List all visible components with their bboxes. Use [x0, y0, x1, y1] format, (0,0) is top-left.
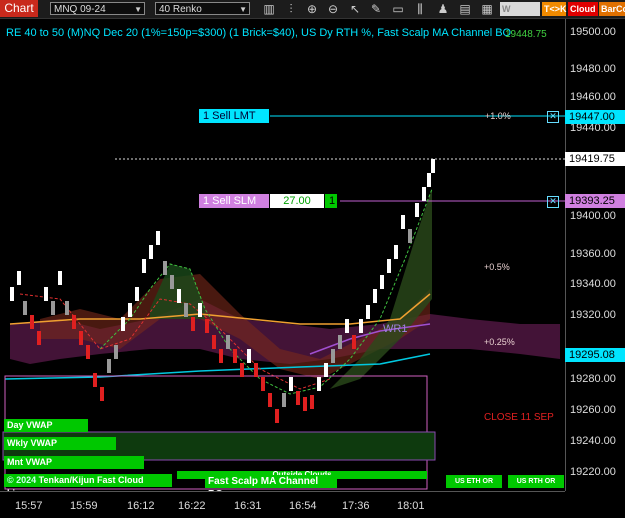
time-tick: 16:22 — [178, 500, 206, 512]
top-right-value: 19448.75 — [505, 29, 547, 40]
pct-plus-05: +0.5% — [484, 262, 510, 272]
draw-icon[interactable]: ✎ — [369, 2, 383, 16]
zoom-in-icon[interactable]: ⊕ — [305, 2, 319, 16]
price-tick: 19400.00 — [570, 210, 616, 222]
wkly-vwap-label: Wkly VWAP — [4, 437, 116, 450]
price-tick: 19220.00 — [570, 466, 616, 478]
day-vwap-label: Day VWAP — [4, 419, 88, 432]
last-price-flag: 19419.75 — [565, 152, 625, 166]
price-tick: 19500.00 — [570, 26, 616, 38]
chart-plot-area[interactable]: RE 40 to 50 (M)NQ Dec 20 (1%=150p=$300) … — [0, 19, 565, 500]
price-axis[interactable]: 19500.00 19480.00 19460.00 19440.00 1940… — [565, 19, 625, 491]
chevron-down-icon: ▼ — [239, 5, 247, 14]
bar-type-value: 40 Renko — [159, 4, 202, 15]
time-tick: 15:57 — [15, 500, 43, 512]
instrument-selector[interactable]: MNQ 09-24 ▼ — [50, 2, 145, 15]
sell-slm-price-flag: 19393.25 — [565, 194, 625, 208]
sell-lmt-price-flag: 19447.00 — [565, 110, 625, 124]
settings-icon[interactable]: ▦ — [480, 2, 494, 16]
us-eth-or-label: US ETH OR — [446, 475, 502, 488]
time-tick: 16:12 — [127, 500, 155, 512]
cloud-button[interactable]: Cloud — [568, 2, 598, 16]
chart-title: RE 40 to 50 (M)NQ Dec 20 (1%=150p=$300) … — [6, 27, 512, 39]
tk-button[interactable]: T<>K — [542, 2, 567, 16]
price-tick: 19280.00 — [570, 373, 616, 385]
time-tick: 15:59 — [70, 500, 98, 512]
pct-plus-025: +0.25% — [484, 337, 515, 347]
lower-price-flag: 19295.08 — [565, 348, 625, 362]
instrument-value: MNQ 09-24 — [54, 4, 106, 15]
close-icon[interactable]: ✕ — [547, 111, 559, 123]
price-tick: 19340.00 — [570, 278, 616, 290]
price-tick: 19480.00 — [570, 63, 616, 75]
sell-slm-order[interactable]: 1 Sell SLM — [199, 194, 269, 208]
wr1-label: WR1 — [383, 323, 408, 335]
price-tick: 19360.00 — [570, 248, 616, 260]
copyright-text: © 2024 — [7, 475, 37, 485]
close-icon[interactable]: ✕ — [547, 196, 559, 208]
pct-plus-1: +1.0% — [485, 111, 511, 121]
zoom-out-icon[interactable]: ⊖ — [326, 2, 340, 16]
templates-icon[interactable]: ▤ — [458, 2, 472, 16]
bars-icon[interactable]: ▥ — [262, 2, 276, 16]
chevron-down-icon: ▼ — [134, 5, 142, 14]
price-tick: 19240.00 — [570, 435, 616, 447]
chart-toolbar: Chart MNQ 09-24 ▼ 40 Renko ▼ ▥ ⫶ ⊕ ⊖ ↖ ✎… — [0, 0, 625, 28]
time-tick: 16:31 — [234, 500, 262, 512]
indicators-icon[interactable]: ⫼ — [413, 2, 427, 16]
time-tick: 16:54 — [289, 500, 317, 512]
fast-scalp-label: Fast Scalp MA Channel BO — [205, 475, 337, 500]
us-rth-or-label: US RTH OR — [508, 475, 564, 488]
slm-qty[interactable]: 1 — [325, 194, 337, 208]
properties-icon[interactable]: ▭ — [391, 2, 405, 16]
time-axis[interactable]: 15:57 15:59 16:12 16:22 16:31 16:54 17:3… — [0, 491, 565, 518]
sell-lmt-order[interactable]: 1 Sell LMT — [199, 109, 269, 123]
close-label: CLOSE 11 SEP — [484, 412, 554, 423]
bar-type-selector[interactable]: 40 Renko ▼ — [155, 2, 250, 15]
chart-style-icon[interactable]: ⫶ — [284, 2, 298, 16]
price-tick: 19460.00 — [570, 91, 616, 103]
price-tick: 19320.00 — [570, 309, 616, 321]
price-tick: 19260.00 — [570, 404, 616, 416]
slm-price-field[interactable]: 27.00 — [270, 194, 324, 208]
kijun-label: © 2024 Tenkan/Kijun Fast Cloud Lines — [4, 474, 172, 498]
chart-menu-button[interactable]: Chart — [0, 0, 38, 17]
strategies-icon[interactable]: ♟ — [436, 2, 450, 16]
wvwap-button[interactable]: W VWAP — [500, 2, 540, 28]
time-tick: 17:36 — [342, 500, 370, 512]
mnt-vwap-label: Mnt VWAP — [4, 456, 144, 469]
time-tick: 18:01 — [397, 500, 425, 512]
barco-button[interactable]: BarCo — [599, 2, 625, 16]
pointer-icon[interactable]: ↖ — [348, 2, 362, 16]
